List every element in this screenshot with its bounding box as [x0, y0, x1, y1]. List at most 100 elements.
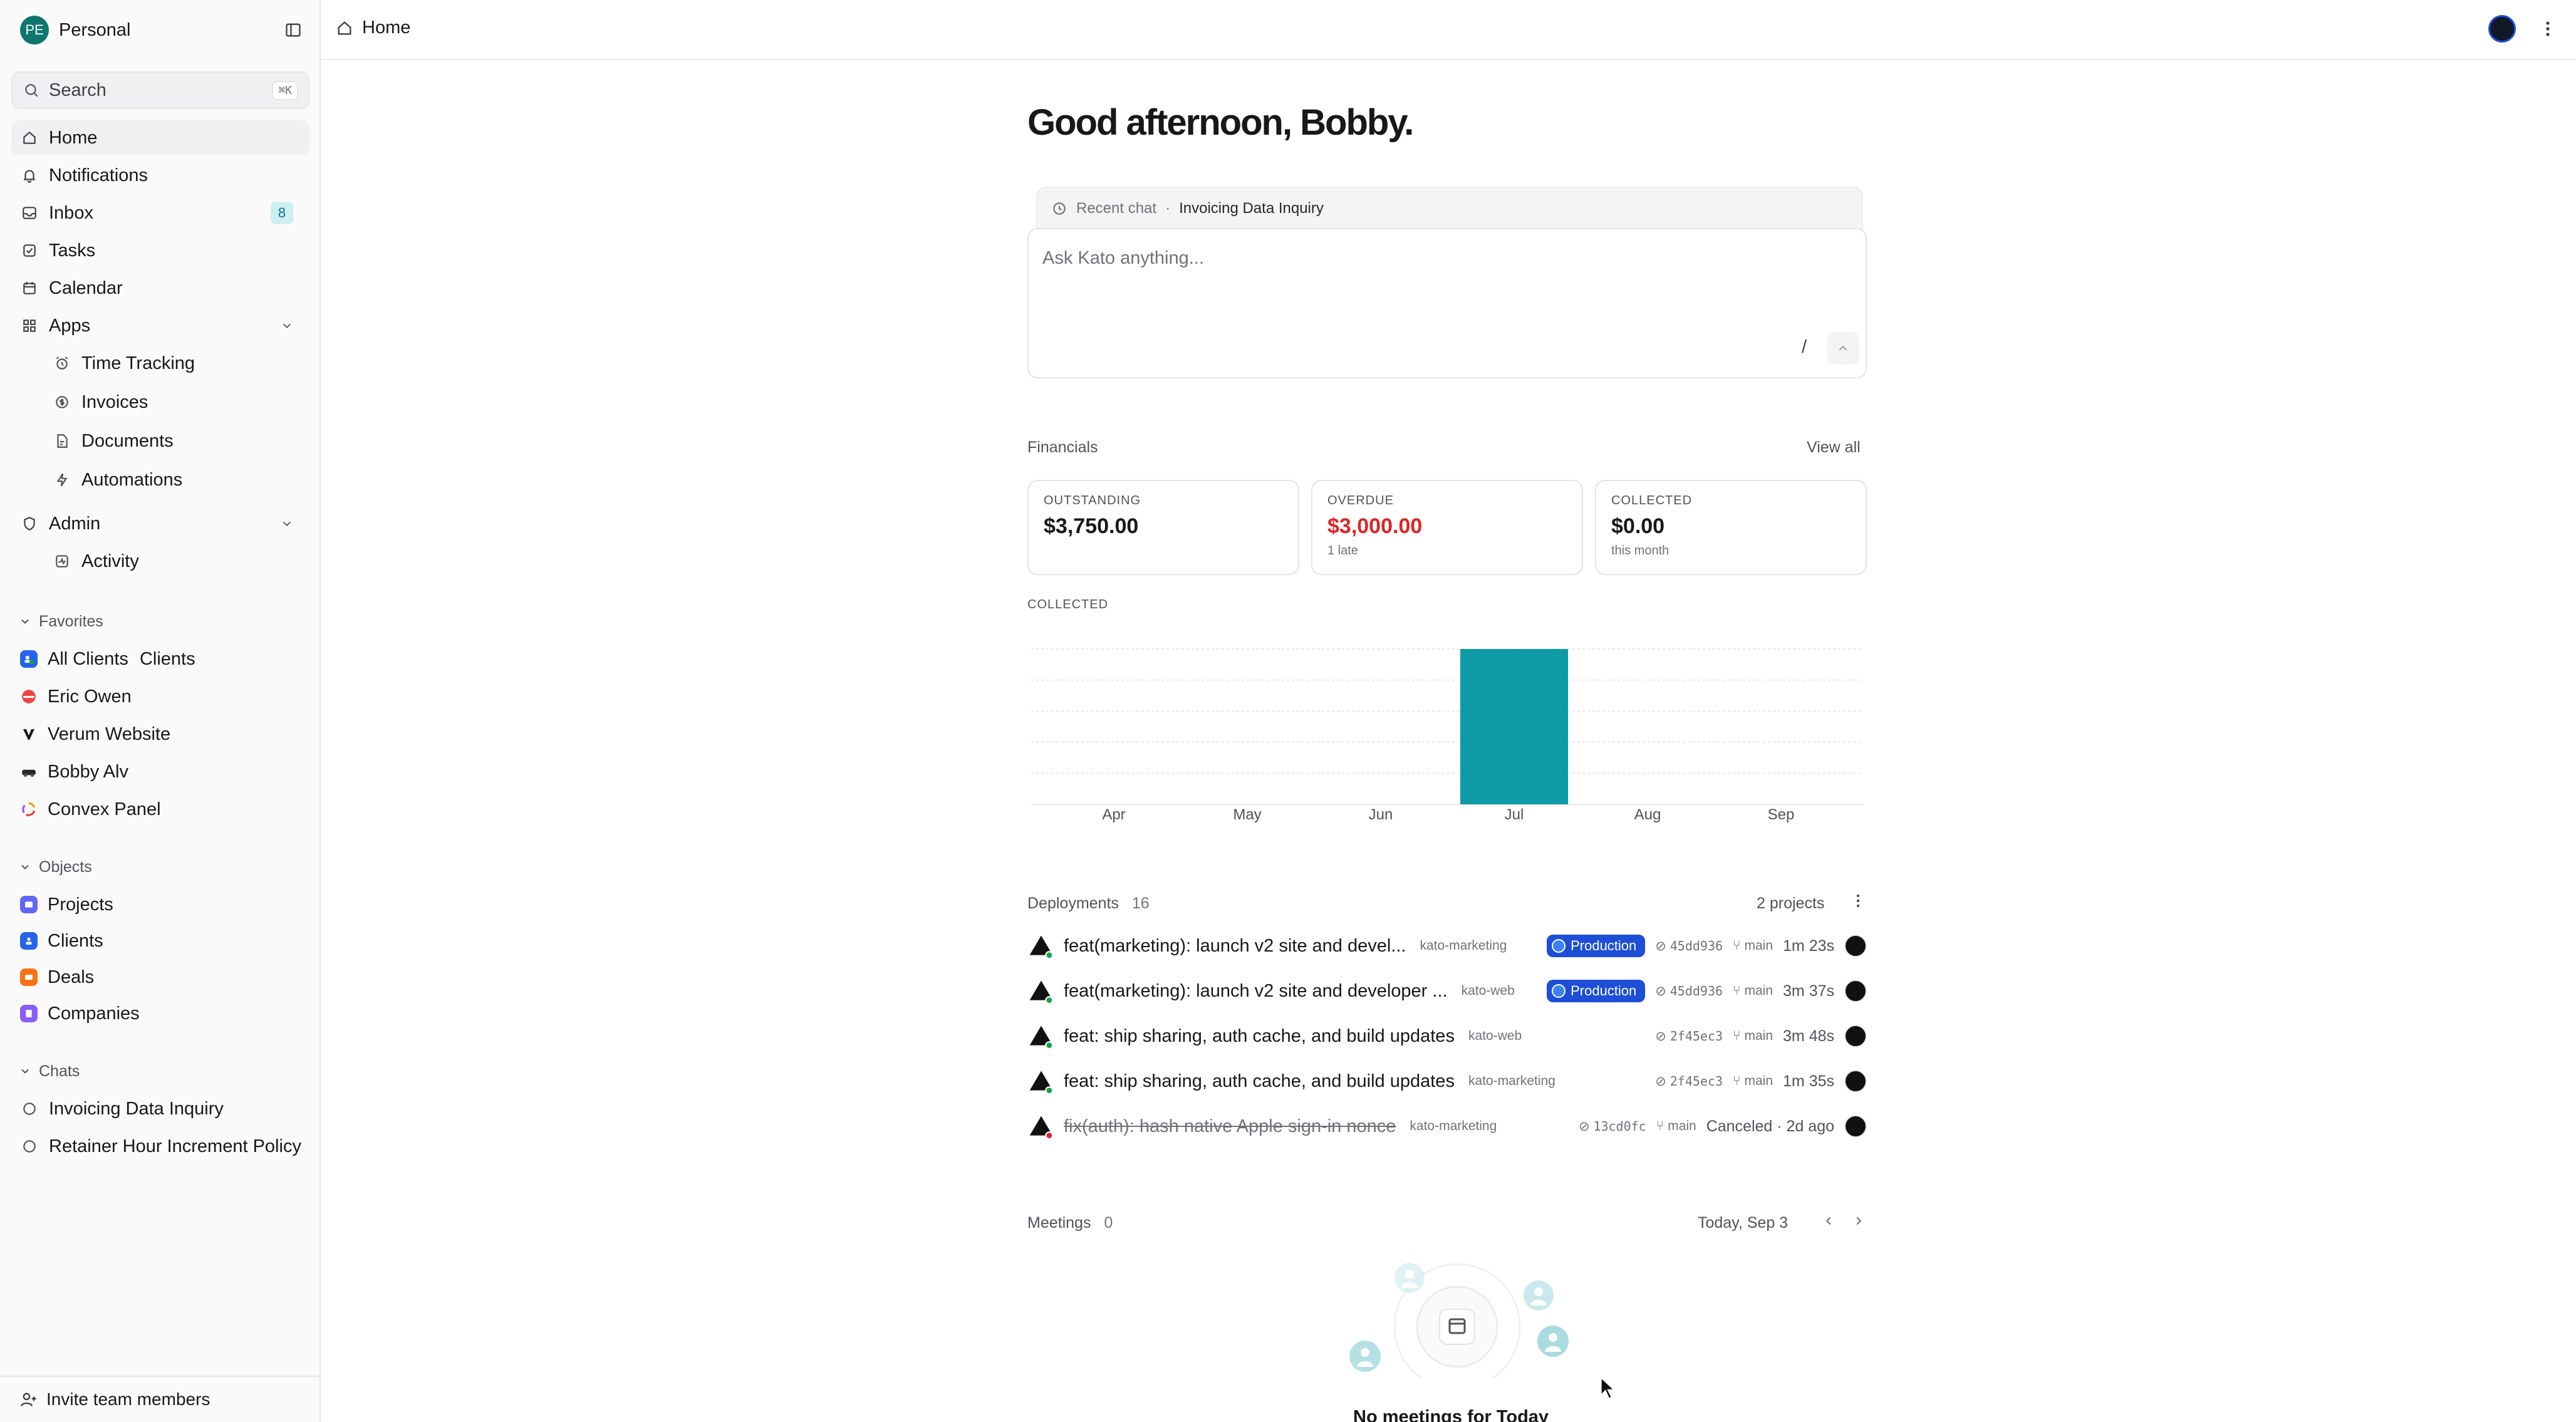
chart-bar-jul[interactable] [1460, 649, 1568, 804]
sidebar-toggle-icon[interactable] [282, 19, 304, 41]
clients-icon [20, 932, 38, 950]
commit-ref[interactable]: ⊘ 45dd936 [1655, 938, 1723, 954]
deployment-project: kato-web [1468, 1029, 1522, 1043]
chevron-down-icon[interactable] [278, 515, 296, 532]
branch-ref: ⑂ main [1656, 1119, 1696, 1134]
lightning-icon [53, 470, 71, 489]
chart-tick-label: Aug [1634, 806, 1661, 823]
deployments-header: Deployments 16 [1027, 895, 1150, 913]
convex-logo-icon [20, 801, 38, 818]
commit-ref[interactable]: ⊘ 2f45ec3 [1655, 1029, 1723, 1044]
sidebar-item-documents[interactable]: Documents [44, 423, 309, 459]
sidebar-item-label: Tasks [49, 240, 96, 261]
ask-input[interactable]: Ask Kato anything... / [1027, 228, 1867, 378]
search-button[interactable]: Search ⌘K [11, 71, 309, 109]
breadcrumb-label: Home [362, 18, 411, 38]
environment-label: Production [1571, 938, 1637, 953]
sidebar-item-label: Activity [81, 551, 139, 571]
chevron-down-icon[interactable] [278, 317, 296, 335]
favorite-bobby-alv[interactable]: Bobby Alv [11, 754, 309, 789]
object-companies[interactable]: Companies [11, 996, 309, 1031]
object-clients[interactable]: Clients [11, 923, 309, 958]
inbox-icon [20, 204, 39, 222]
branch-icon: ⑂ [1733, 983, 1741, 998]
author-avatar[interactable] [1844, 1070, 1867, 1092]
object-deals[interactable]: Deals [11, 960, 309, 995]
deployment-duration: 1m 35s [1783, 1072, 1834, 1090]
ask-placeholder: Ask Kato anything... [1042, 248, 1204, 268]
favorite-label: Eric Owen [48, 686, 132, 707]
deployment-row[interactable]: feat: ship sharing, auth cache, and buil… [1027, 1062, 1867, 1100]
card-label: OUTSTANDING [1044, 494, 1141, 507]
favorite-all-clients[interactable]: All Clients Clients [11, 641, 309, 677]
chevron-left-icon[interactable] [1822, 1214, 1836, 1232]
card-value: $3,750.00 [1044, 514, 1139, 538]
workspace-switcher[interactable]: PE Personal [20, 16, 130, 44]
commit-ref[interactable]: ⊘ 2f45ec3 [1655, 1074, 1723, 1089]
vercel-triangle-icon [1027, 1022, 1055, 1050]
view-all-link[interactable]: View all [1807, 439, 1861, 457]
outstanding-card[interactable]: OUTSTANDING $3,750.00 [1027, 480, 1299, 575]
branch-icon: ⑂ [1656, 1119, 1665, 1133]
sidebar-item-home[interactable]: Home [11, 120, 309, 155]
vercel-triangle-icon [1027, 977, 1055, 1005]
author-avatar[interactable] [1844, 1115, 1867, 1138]
breadcrumb[interactable]: Home [336, 18, 410, 38]
sidebar-item-time-tracking[interactable]: Time Tracking [44, 346, 309, 381]
favorite-convex-panel[interactable]: Convex Panel [11, 792, 309, 827]
collected-bar-chart: Apr May Jun Jul Aug Sep [1031, 648, 1863, 823]
commit-ref[interactable]: ⊘ 13cd0fc [1579, 1119, 1646, 1134]
sidebar-item-activity[interactable]: Activity [44, 544, 309, 579]
commit-ref[interactable]: ⊘ 45dd936 [1655, 983, 1723, 999]
deployment-row[interactable]: feat: ship sharing, auth cache, and buil… [1027, 1017, 1867, 1055]
sidebar-item-inbox[interactable]: Inbox 8 [11, 195, 309, 231]
invite-team-button[interactable]: Invite team members [0, 1376, 319, 1422]
commit-hash: 45dd936 [1670, 938, 1723, 953]
deployment-meta: ⊘ 2f45ec3 ⑂ main 1m 35s [1655, 1062, 1867, 1100]
chart-tick-label: Jun [1369, 806, 1393, 823]
sidebar-item-notifications[interactable]: Notifications [11, 158, 309, 193]
objects-section-toggle[interactable]: Objects [19, 854, 92, 880]
author-avatar[interactable] [1844, 1025, 1867, 1047]
sidebar-item-label: Invoices [81, 392, 148, 412]
deployment-row[interactable]: feat(marketing): launch v2 site and deve… [1027, 972, 1867, 1010]
object-projects[interactable]: Projects [11, 887, 309, 922]
favorites-section-toggle[interactable]: Favorites [19, 609, 103, 634]
chats-section-toggle[interactable]: Chats [19, 1059, 80, 1084]
empty-meetings-illustration [1349, 1263, 1569, 1378]
projects-filter[interactable]: 2 projects [1757, 895, 1824, 913]
user-avatar[interactable] [2488, 15, 2516, 43]
slash-command-hint[interactable]: / [1802, 337, 1807, 358]
branch-ref: ⑂ main [1733, 938, 1773, 953]
recent-chat-bar[interactable]: Recent chat · Invoicing Data Inquiry [1036, 187, 1863, 231]
branch-icon: ⑂ [1733, 1029, 1741, 1043]
environment-badge: Production [1547, 980, 1646, 1002]
favorite-eric-owen[interactable]: Eric Owen [11, 679, 309, 714]
sidebar-item-apps[interactable]: Apps [11, 308, 309, 343]
sidebar-item-calendar[interactable]: Calendar [11, 271, 309, 306]
author-avatar[interactable] [1844, 935, 1867, 957]
chevron-right-icon[interactable] [1852, 1214, 1866, 1232]
deployment-row[interactable]: fix(auth): hash native Apple sign-in non… [1027, 1108, 1867, 1145]
sidebar-item-invoices[interactable]: Invoices [44, 385, 309, 420]
deployments-menu-icon[interactable] [1856, 893, 1861, 913]
author-avatar[interactable] [1844, 980, 1867, 1002]
sidebar-item-admin[interactable]: Admin [11, 506, 309, 541]
chat-invoicing-data-inquiry[interactable]: Invoicing Data Inquiry [11, 1091, 309, 1126]
favorite-verum-website[interactable]: Verum Website [11, 717, 309, 752]
sidebar-item-label: Home [49, 127, 98, 148]
environment-label: Production [1571, 983, 1637, 999]
chat-retainer-hour-policy[interactable]: Retainer Hour Increment Policy [11, 1129, 309, 1164]
overdue-card[interactable]: OVERDUE $3,000.00 1 late [1311, 480, 1583, 575]
more-options-icon[interactable] [2538, 18, 2557, 40]
sidebar-item-tasks[interactable]: Tasks [11, 233, 309, 268]
send-button[interactable] [1827, 332, 1859, 365]
history-icon [1053, 202, 1066, 215]
collected-chart-title: COLLECTED [1027, 598, 1109, 611]
sidebar-item-automations[interactable]: Automations [44, 462, 309, 497]
card-label: COLLECTED [1611, 494, 1693, 507]
deployment-row[interactable]: feat(marketing): launch v2 site and deve… [1027, 927, 1867, 965]
link-icon: ⊘ [1655, 983, 1666, 999]
collected-card[interactable]: COLLECTED $0.00 this month [1595, 480, 1867, 575]
no-meetings-text: No meetings for Today [1353, 1407, 1549, 1422]
